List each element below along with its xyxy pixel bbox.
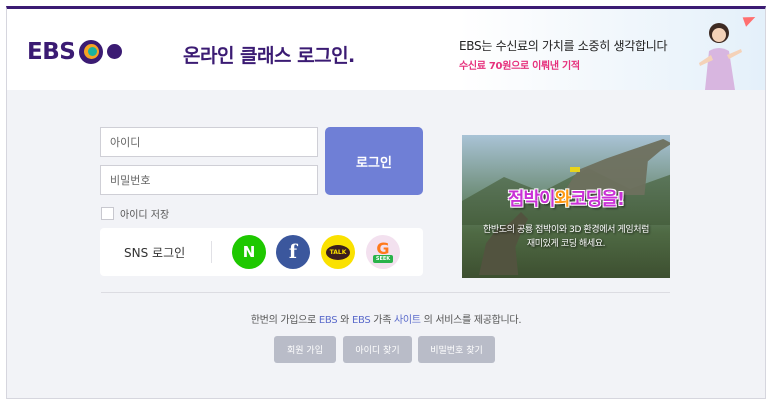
- naver-login-button[interactable]: N: [232, 235, 266, 269]
- sns-login-label: SNS 로그인: [124, 246, 186, 260]
- ebs-link[interactable]: EBS: [319, 315, 338, 326]
- sns-divider: [211, 241, 212, 263]
- page-title: 온라인 클래스 로그인.: [183, 45, 355, 67]
- login-frame: EBS 온라인 클래스 로그인. EBS는 수신료의 가치를 소중히 생각합니다…: [6, 6, 766, 399]
- facebook-login-button[interactable]: f: [276, 235, 310, 269]
- section-divider: [101, 292, 670, 293]
- dinosaur-coding-promo-banner[interactable]: 점박이와코딩을! 한반도의 공룡 점박이와 3D 환경에서 게임처럼 재미있게 …: [462, 135, 670, 278]
- promo-title: 점박이와코딩을!: [507, 189, 625, 210]
- flag-icon: [570, 167, 580, 172]
- find-id-button[interactable]: 아이디 찾기: [343, 336, 412, 363]
- find-password-button[interactable]: 비밀번호 찾기: [418, 336, 495, 363]
- id-input[interactable]: [100, 127, 318, 157]
- signup-button[interactable]: 회원 가입: [274, 336, 336, 363]
- sns-login-box: SNS 로그인 N f TALK G SEEK: [100, 228, 423, 276]
- family-sites-link[interactable]: 사이트: [394, 315, 421, 326]
- banner-headline: EBS는 수신료의 가치를 소중히 생각합니다: [459, 39, 668, 53]
- remember-id-label: 아이디 저장: [120, 210, 170, 221]
- license-fee-banner[interactable]: EBS는 수신료의 가치를 소중히 생각합니다 수신료 70원으로 이뤄낸 기적: [459, 9, 765, 90]
- paper-plane-icon: [742, 13, 758, 27]
- promo-subtitle-line1: 한반도의 공룡 점박이와 3D 환경에서 게임처럼: [482, 225, 649, 235]
- ebs-logo[interactable]: EBS: [27, 39, 125, 65]
- gseek-tag: SEEK: [372, 255, 394, 263]
- service-info-text: 한번의 가입으로 EBS 와 EBS 가족 사이트 의 서비스를 제공합니다.: [250, 315, 522, 326]
- remember-id[interactable]: 아이디 저장: [101, 206, 169, 221]
- promo-subtitle-line2: 재미있게 코딩 해세요.: [526, 239, 606, 249]
- remember-id-checkbox[interactable]: [101, 207, 114, 220]
- kakao-login-button[interactable]: TALK: [321, 235, 355, 269]
- ebs-family-link[interactable]: EBS: [352, 315, 371, 326]
- child-illustration-icon: [699, 23, 742, 90]
- header: EBS 온라인 클래스 로그인. EBS는 수신료의 가치를 소중히 생각합니다…: [7, 9, 765, 90]
- logo-rings-icon: [79, 39, 125, 65]
- naver-icon: N: [242, 243, 256, 261]
- logo-text: EBS: [27, 39, 76, 65]
- banner-subline: 수신료 70원으로 이뤄낸 기적: [459, 61, 580, 72]
- login-button[interactable]: 로그인: [325, 127, 423, 195]
- facebook-icon: f: [288, 241, 298, 263]
- gseek-login-button[interactable]: G SEEK: [366, 235, 400, 269]
- password-input[interactable]: [100, 165, 318, 195]
- kakao-talk-icon: TALK: [326, 244, 350, 260]
